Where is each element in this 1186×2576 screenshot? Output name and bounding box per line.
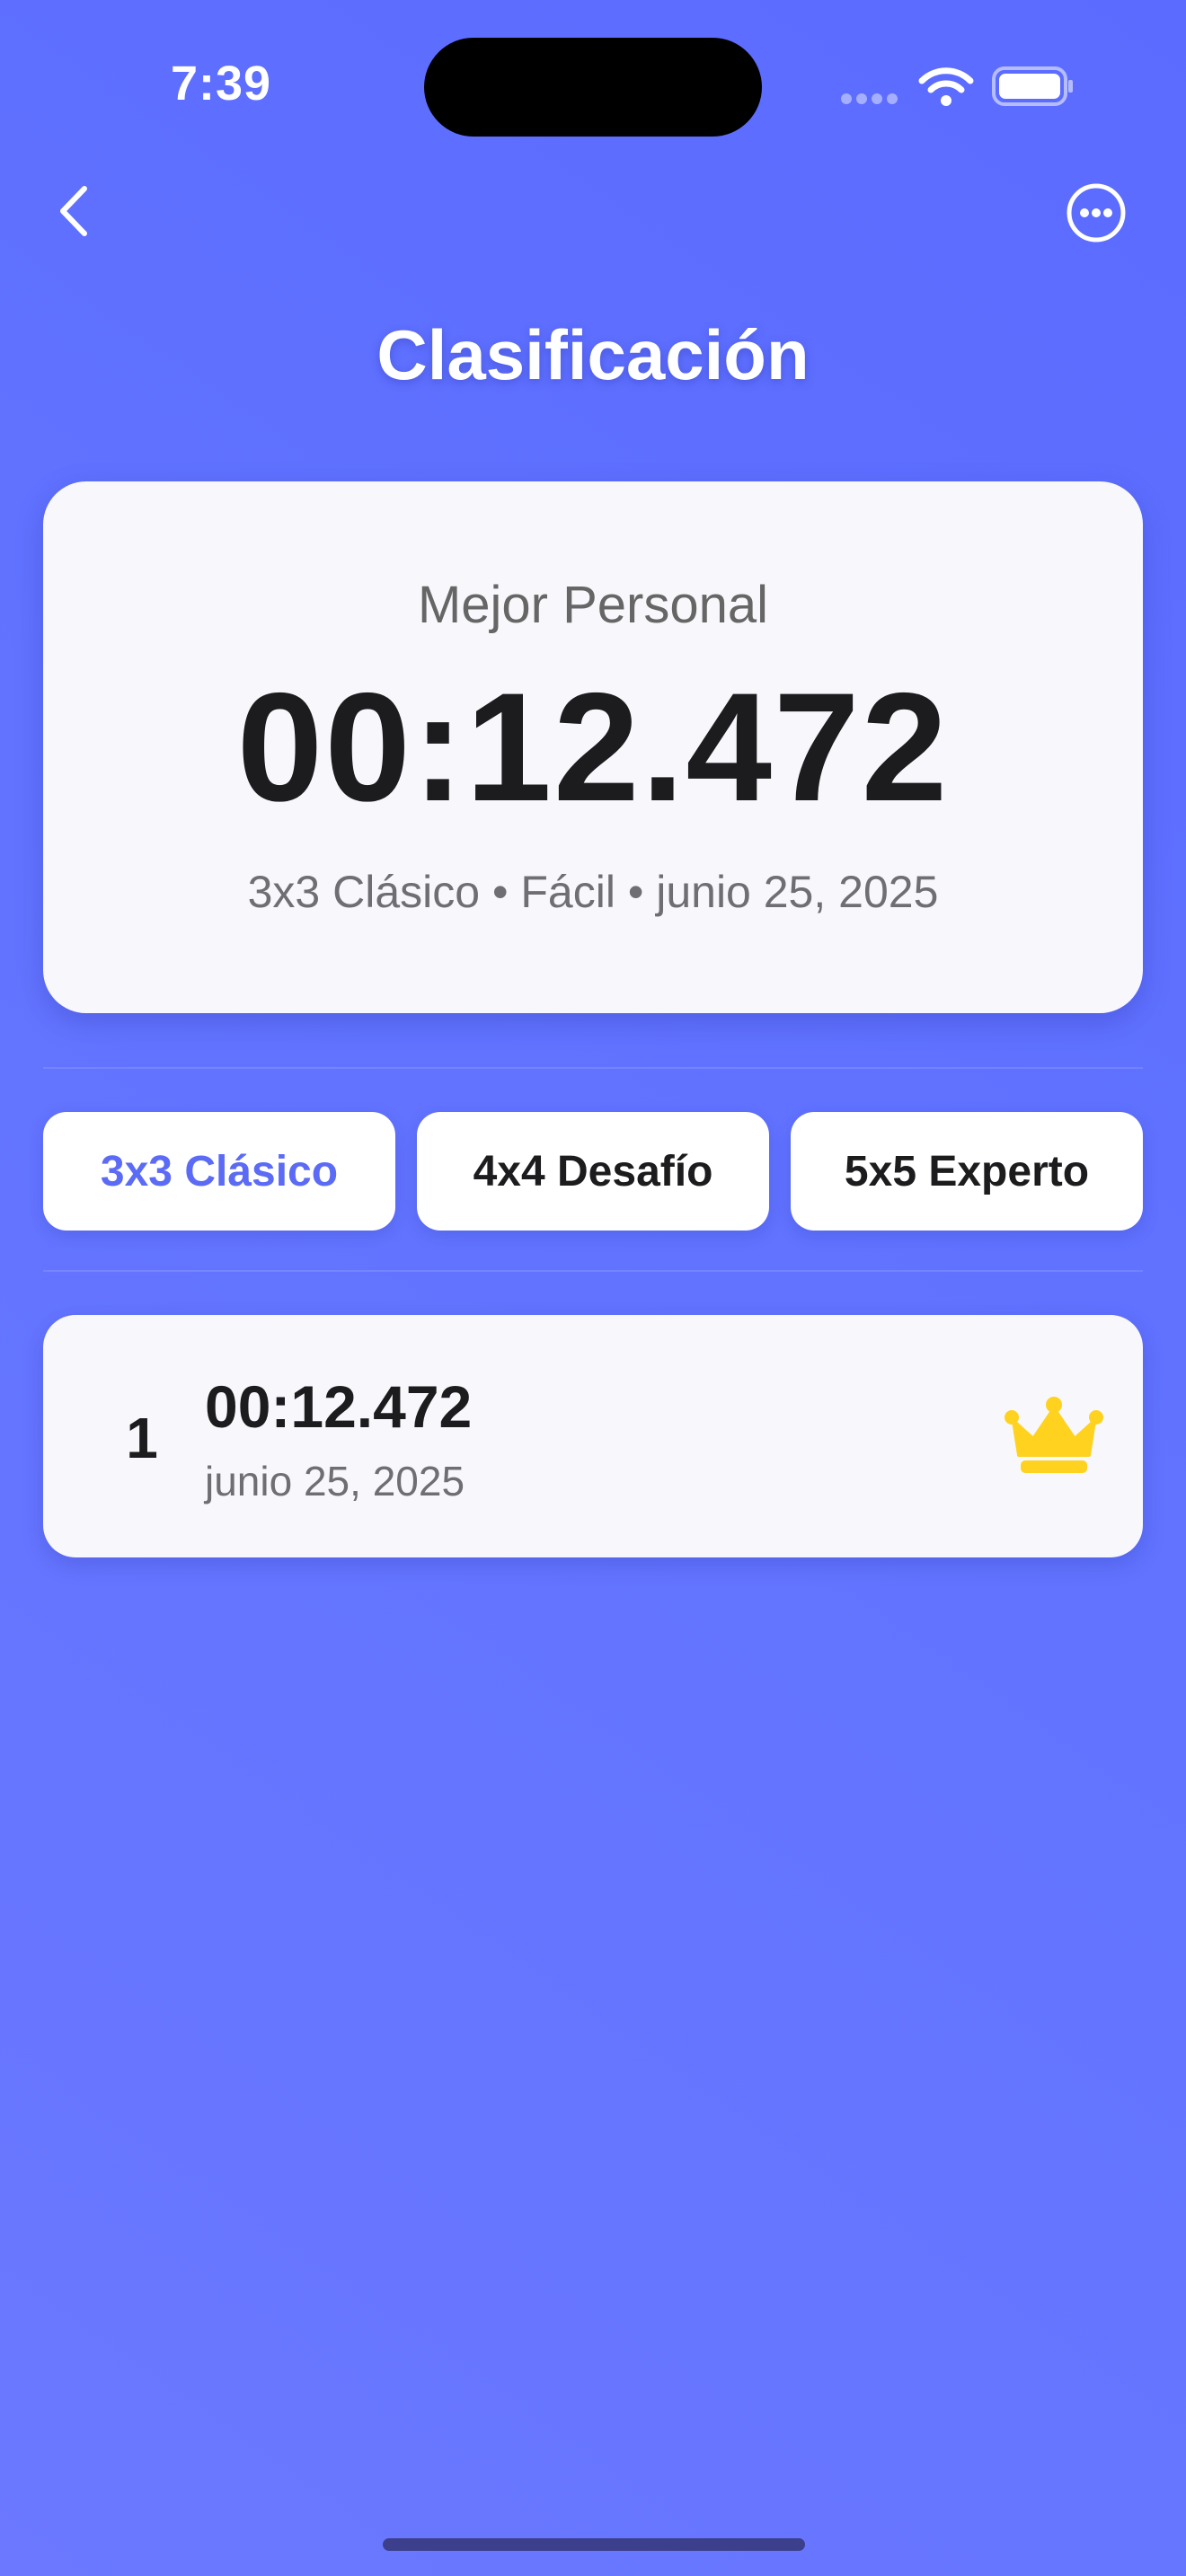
back-button[interactable] [45, 178, 102, 244]
tab-3x3-clasico[interactable]: 3x3 Clásico [43, 1112, 395, 1231]
personal-best-meta: 3x3 Clásico • Fácil • junio 25, 2025 [247, 867, 939, 917]
divider [43, 1270, 1143, 1272]
dynamic-island [424, 38, 762, 137]
divider [43, 1067, 1143, 1069]
home-indicator[interactable] [383, 2538, 805, 2551]
crown-icon [1005, 1397, 1103, 1473]
ellipsis-circle-icon [1067, 183, 1126, 243]
personal-best-card: Mejor Personal 00:12.472 3x3 Clásico • F… [43, 481, 1143, 1013]
more-options-button[interactable] [1066, 182, 1127, 243]
row-time: 00:12.472 [205, 1373, 473, 1440]
row-date: junio 25, 2025 [205, 1458, 465, 1504]
wifi-icon [918, 67, 974, 106]
cellular-signal-icon [841, 93, 898, 104]
tab-4x4-desafio[interactable]: 4x4 Desafío [417, 1112, 769, 1231]
tab-5x5-experto[interactable]: 5x5 Experto [791, 1112, 1143, 1231]
leaderboard-screen: 7:39 Clasificación Mejor Personal 00:12.… [0, 0, 1186, 2576]
status-time: 7:39 [171, 57, 272, 110]
chevron-left-icon [60, 186, 87, 236]
page-title: Clasificación [376, 315, 810, 394]
puzzle-size-tabs: 3x3 Clásico 4x4 Desafío 5x5 Experto [43, 1112, 1143, 1231]
personal-best-time: 00:12.472 [236, 661, 950, 834]
battery-icon [992, 66, 1073, 106]
leaderboard-row[interactable]: 1 00:12.472 junio 25, 2025 [43, 1315, 1143, 1557]
personal-best-label: Mejor Personal [417, 576, 769, 634]
rank-number: 1 [126, 1406, 158, 1470]
